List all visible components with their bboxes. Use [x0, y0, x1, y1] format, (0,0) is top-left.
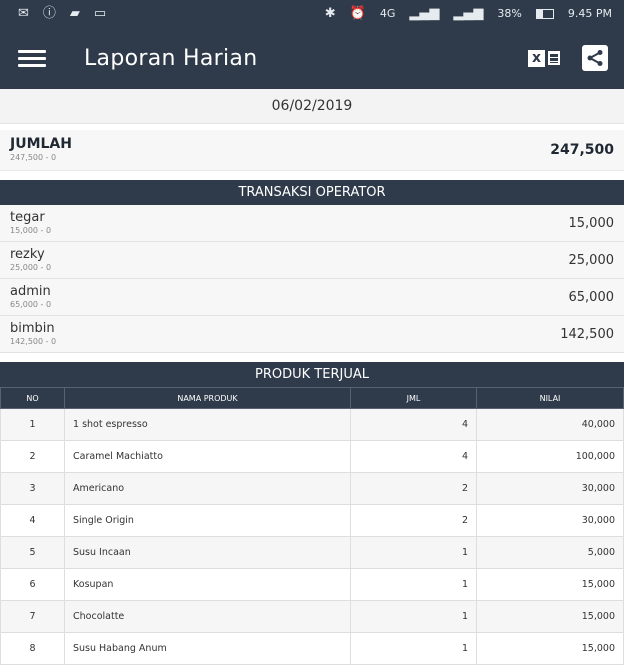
product-value: 40,000 — [476, 408, 624, 441]
product-qty: 1 — [350, 600, 477, 633]
product-qty: 1 — [350, 632, 477, 665]
product-no: 3 — [0, 472, 65, 505]
product-name: Kosupan — [64, 568, 351, 601]
product-no: 7 — [0, 600, 65, 633]
total-row: JUMLAH 247,500 - 0 247,500 — [0, 130, 624, 171]
spreadsheet-icon — [548, 51, 560, 65]
operator-sub: 142,500 - 0 — [10, 336, 57, 346]
product-name: Caramel Machiatto — [64, 440, 351, 473]
bluetooth-icon: ✱ — [324, 6, 336, 21]
table-row[interactable]: 4 Single Origin 2 30,000 — [0, 504, 624, 537]
clock: 9.45 PM — [567, 7, 612, 20]
product-name: Susu Incaan — [64, 536, 351, 569]
operator-name: rezky — [10, 246, 45, 262]
table-row[interactable]: 2 Caramel Machiatto 4 100,000 — [0, 440, 624, 473]
product-qty: 4 — [350, 408, 477, 441]
battery-icon — [535, 8, 554, 19]
signal-icon: ▂▄▆ — [409, 6, 440, 21]
product-name: Chocolatte — [64, 600, 351, 633]
operator-value: 25,000 — [568, 252, 615, 268]
page-title: Laporan Harian — [84, 45, 258, 71]
status-bar: ✉ ⓘ ▰ ▭ ✱ ⏰ 4G ▂▄▆ ▂▄▆ 38% 9.45 PM — [0, 0, 624, 27]
operator-row[interactable]: tegar 15,000 - 0 15,000 — [0, 205, 624, 242]
signal-icon-2: ▂▄▆ — [453, 6, 484, 21]
app-bar: Laporan Harian x — [0, 27, 624, 89]
status-bar-right: ✱ ⏰ 4G ▂▄▆ ▂▄▆ 38% 9.45 PM — [325, 7, 612, 20]
product-no: 8 — [0, 632, 65, 665]
operator-sub: 65,000 - 0 — [10, 299, 52, 309]
table-row[interactable]: 3 Americano 2 30,000 — [0, 472, 624, 505]
products-table-header: NO NAMA PRODUK JML NILAI — [0, 387, 624, 409]
product-value: 15,000 — [476, 632, 624, 665]
operator-name: admin — [10, 283, 51, 299]
chat-icon: ▰ — [69, 6, 80, 21]
product-value: 30,000 — [476, 504, 624, 537]
product-name: Susu Habang Anum — [64, 632, 351, 665]
total-sub: 247,500 - 0 — [10, 153, 57, 162]
product-qty: 2 — [350, 504, 477, 537]
alarm-icon: ⏰ — [349, 6, 366, 21]
product-value: 5,000 — [476, 536, 624, 569]
operator-row[interactable]: bimbin 142,500 - 0 142,500 — [0, 316, 624, 353]
operator-list: tegar 15,000 - 0 15,000 rezky 25,000 - 0… — [0, 205, 624, 353]
col-header-name: NAMA PRODUK — [64, 387, 351, 409]
operator-name: bimbin — [10, 320, 55, 336]
col-header-qty: JML — [350, 387, 477, 409]
operator-value: 65,000 — [568, 289, 615, 305]
product-value: 15,000 — [476, 600, 624, 633]
operator-sub: 15,000 - 0 — [10, 225, 52, 235]
mail-icon: ✉ — [18, 6, 29, 21]
table-row[interactable]: 1 1 shot espresso 4 40,000 — [0, 408, 624, 441]
product-name: Single Origin — [64, 504, 351, 537]
product-no: 5 — [0, 536, 65, 569]
product-value: 15,000 — [476, 568, 624, 601]
battery-percent: 38% — [497, 7, 522, 20]
table-row[interactable]: 8 Susu Habang Anum 1 15,000 — [0, 632, 624, 665]
total-label: JUMLAH — [10, 136, 72, 152]
product-qty: 4 — [350, 440, 477, 473]
operator-name: tegar — [10, 209, 45, 225]
operator-value: 15,000 — [568, 215, 615, 231]
status-bar-left: ✉ ⓘ ▰ ▭ — [18, 7, 106, 20]
operator-section-header: TRANSAKSI OPERATOR — [0, 180, 624, 205]
network-type: 4G — [379, 7, 396, 20]
operator-row[interactable]: rezky 25,000 - 0 25,000 — [0, 242, 624, 279]
col-header-value: NILAI — [476, 387, 624, 409]
operator-value: 142,500 — [560, 326, 614, 342]
product-no: 2 — [0, 440, 65, 473]
table-row[interactable]: 5 Susu Incaan 1 5,000 — [0, 536, 624, 569]
report-date: 06/02/2019 — [0, 89, 624, 124]
operator-sub: 25,000 - 0 — [10, 262, 52, 272]
product-no: 6 — [0, 568, 65, 601]
product-value: 30,000 — [476, 472, 624, 505]
product-qty: 1 — [350, 568, 477, 601]
table-row[interactable]: 6 Kosupan 1 15,000 — [0, 568, 624, 601]
export-excel-button[interactable]: x — [528, 49, 560, 67]
excel-icon: x — [528, 49, 545, 67]
product-qty: 2 — [350, 472, 477, 505]
col-header-no: NO — [0, 387, 65, 409]
product-value: 100,000 — [476, 440, 624, 473]
product-no: 4 — [0, 504, 65, 537]
menu-icon[interactable] — [18, 49, 46, 67]
products-section-header: PRODUK TERJUAL — [0, 362, 624, 387]
table-row[interactable]: 7 Chocolatte 1 15,000 — [0, 600, 624, 633]
share-button[interactable] — [582, 45, 608, 71]
product-name: 1 shot espresso — [64, 408, 351, 441]
operator-row[interactable]: admin 65,000 - 0 65,000 — [0, 279, 624, 316]
products-table: NO NAMA PRODUK JML NILAI 1 1 shot espres… — [0, 387, 624, 665]
product-no: 1 — [0, 408, 65, 441]
share-icon — [587, 50, 603, 66]
product-name: Americano — [64, 472, 351, 505]
total-value: 247,500 — [550, 142, 614, 158]
message-icon: ▭ — [93, 6, 107, 21]
info-icon: ⓘ — [42, 6, 56, 21]
product-qty: 1 — [350, 536, 477, 569]
